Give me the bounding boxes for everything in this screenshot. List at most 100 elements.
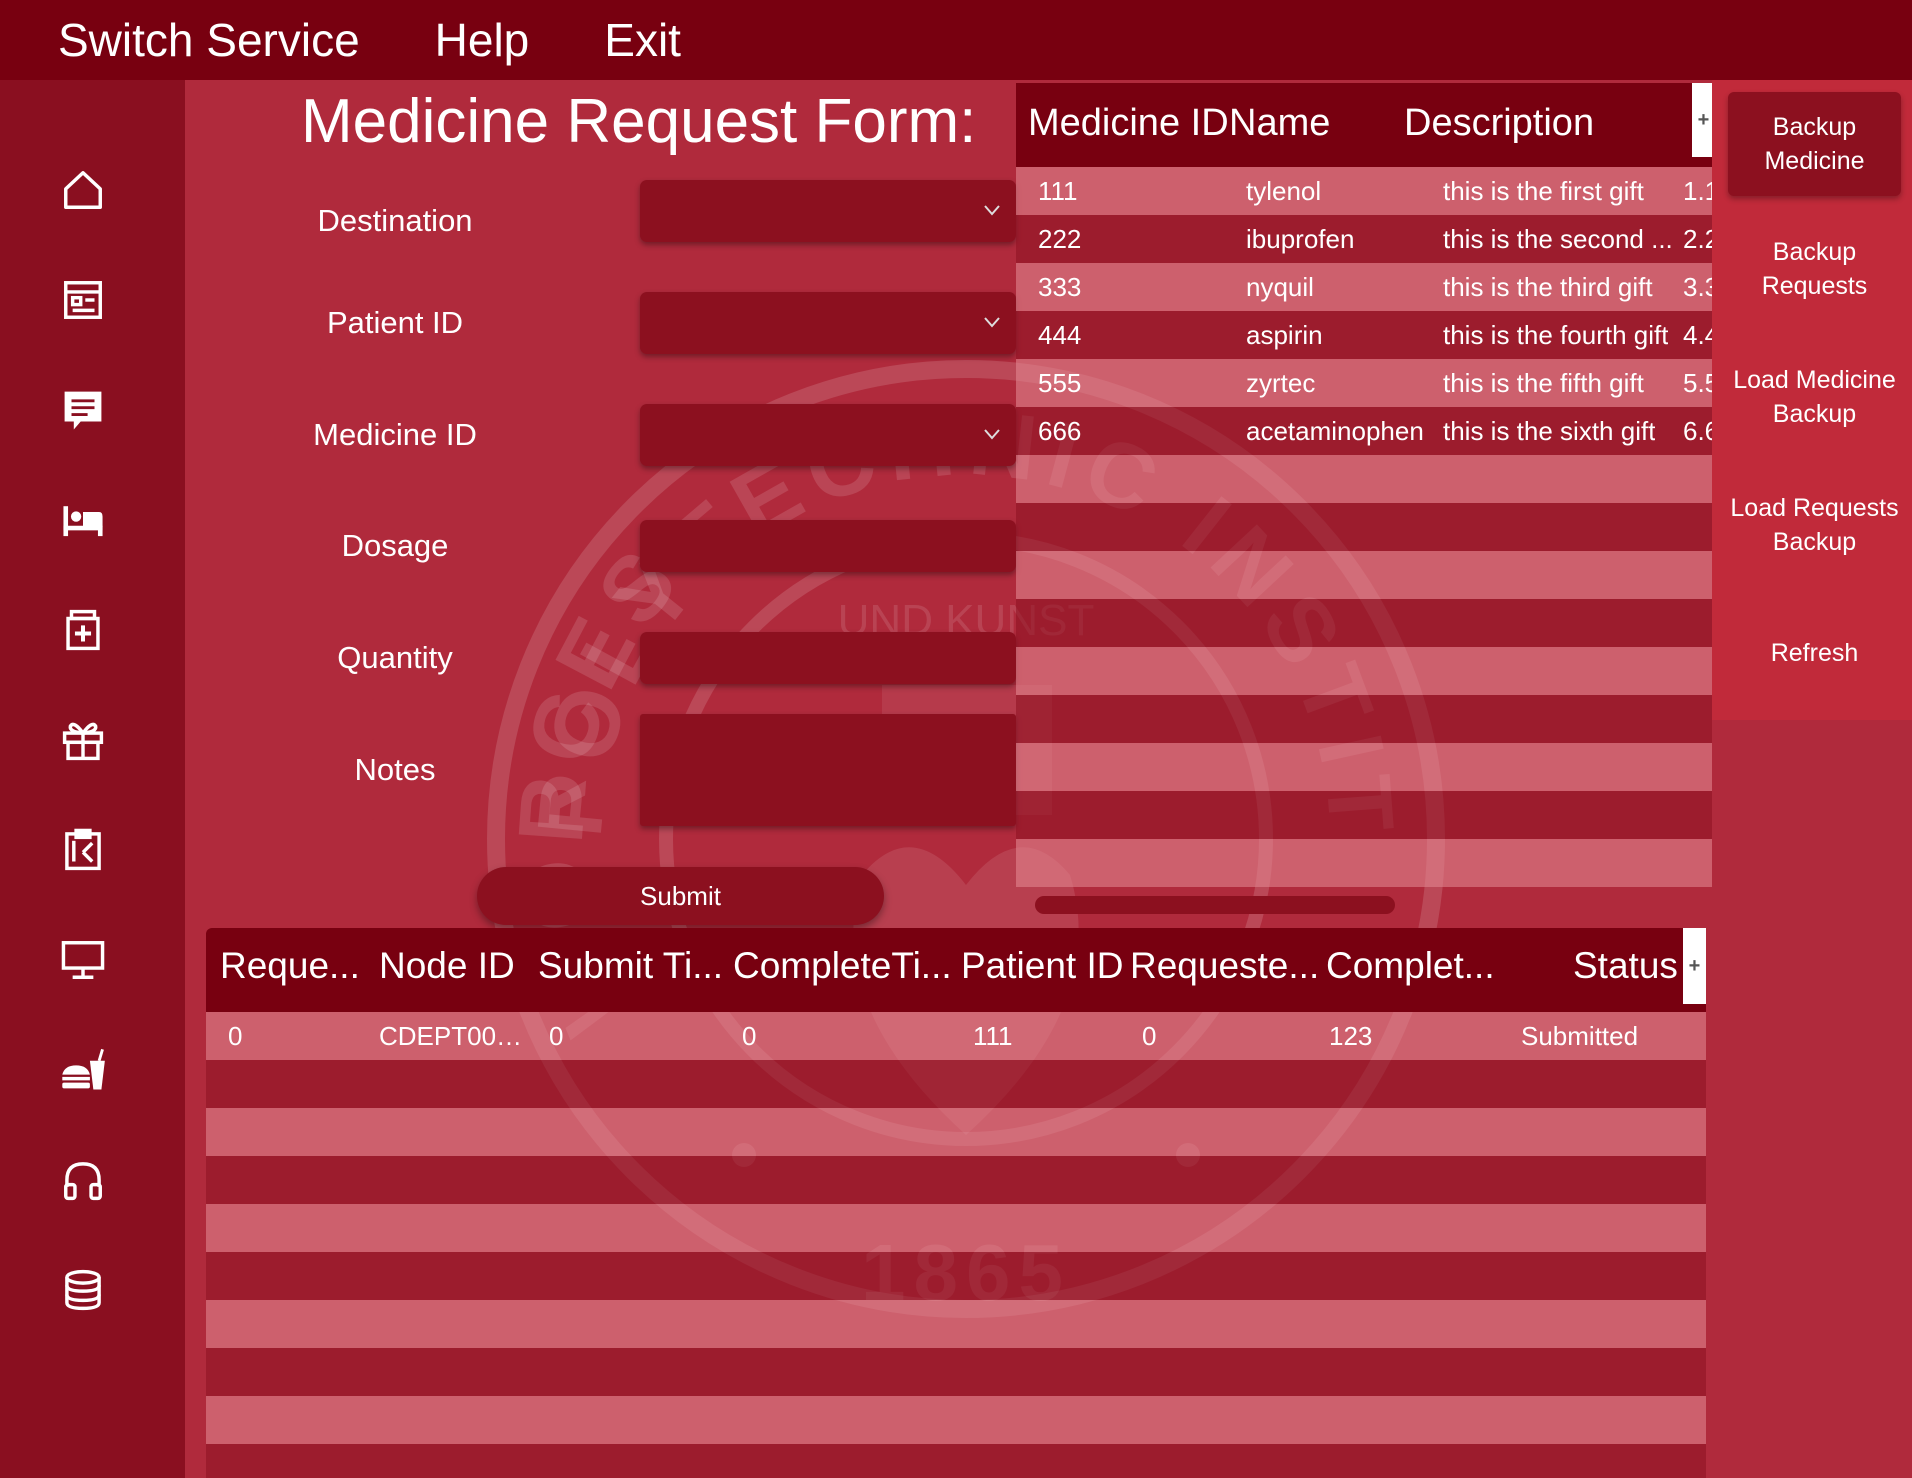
headset-icon[interactable] bbox=[55, 1152, 111, 1208]
name-cell: tylenol bbox=[1246, 176, 1322, 206]
completed-by-cell: 123 bbox=[1329, 1021, 1373, 1051]
main-panel: POLYTECHNIC INSTITUTE WORCESTER UND KUNS… bbox=[185, 80, 1712, 1478]
table-row[interactable]: 222 ibuprofen this is the second ... 2.2… bbox=[1016, 215, 1712, 263]
menu-switch-service[interactable]: Switch Service bbox=[0, 0, 380, 80]
empty-row bbox=[1016, 647, 1712, 695]
medicine-id-label: Medicine ID bbox=[313, 417, 477, 452]
menu-help[interactable]: Help bbox=[380, 0, 550, 80]
menu-exit[interactable]: Exit bbox=[549, 0, 701, 80]
refresh-button[interactable]: Refresh bbox=[1728, 636, 1901, 670]
column-header-name[interactable]: Name bbox=[1229, 83, 1330, 163]
load-requests-backup-button[interactable]: Load Requests Backup bbox=[1728, 491, 1901, 559]
description-cell: this is the fourth gift bbox=[1443, 320, 1669, 350]
table-row[interactable]: 444 aspirin this is the fourth gift 4.44 bbox=[1016, 311, 1712, 359]
price-cell: 4.44 bbox=[1683, 320, 1712, 350]
table-row[interactable]: 666 acetaminophen this is the sixth gift… bbox=[1016, 407, 1712, 455]
empty-row bbox=[206, 1252, 1706, 1300]
notes-textarea[interactable] bbox=[640, 714, 1016, 826]
medicine-id-cell: 666 bbox=[1038, 416, 1082, 446]
empty-row bbox=[206, 1444, 1706, 1478]
empty-row bbox=[206, 1108, 1706, 1156]
column-header-medicine-id[interactable]: Medicine ID bbox=[1028, 83, 1229, 163]
sidebar bbox=[0, 80, 185, 1478]
empty-row bbox=[206, 1060, 1706, 1108]
price-cell: 6.66 bbox=[1683, 416, 1712, 446]
table-row[interactable]: 555 zyrtec this is the fifth gift 5.55 bbox=[1016, 359, 1712, 407]
medicine-id-dropdown[interactable] bbox=[640, 404, 1016, 466]
destination-label: Destination bbox=[317, 203, 473, 238]
horizontal-scrollbar[interactable] bbox=[1035, 896, 1395, 914]
medicine-id-cell: 222 bbox=[1038, 224, 1082, 254]
column-header-submit-time[interactable]: Submit Ti... bbox=[538, 928, 723, 1004]
home-icon[interactable] bbox=[55, 162, 111, 218]
medicine-table: Medicine ID Name Description + 111 tylen… bbox=[1016, 83, 1712, 889]
status-cell: Submitted bbox=[1521, 1021, 1639, 1051]
form-title: Medicine Request Form: bbox=[301, 87, 977, 156]
menu-bar: Switch Service Help Exit bbox=[0, 0, 1912, 80]
monitor-icon[interactable] bbox=[55, 932, 111, 988]
empty-row bbox=[206, 1204, 1706, 1252]
medicine-id-cell: 444 bbox=[1038, 320, 1082, 350]
table-row[interactable]: 111 tylenol this is the first gift 1.11 bbox=[1016, 167, 1712, 215]
requests-table: Reque... Node ID Submit Ti... CompleteTi… bbox=[206, 928, 1706, 1478]
food-icon[interactable] bbox=[55, 1042, 111, 1098]
submit-time-cell: 0 bbox=[549, 1021, 564, 1051]
dosage-label: Dosage bbox=[341, 528, 449, 563]
column-header-node-id[interactable]: Node ID bbox=[379, 928, 515, 1004]
quantity-input[interactable] bbox=[640, 632, 1016, 684]
chevron-down-icon bbox=[984, 429, 1000, 440]
database-icon[interactable] bbox=[55, 1262, 111, 1318]
empty-row bbox=[1016, 839, 1712, 887]
node-id-cell: CDEPT002... bbox=[379, 1021, 524, 1051]
description-cell: this is the first gift bbox=[1443, 176, 1644, 206]
backup-requests-button[interactable]: Backup Requests bbox=[1728, 235, 1901, 303]
clipboard-icon[interactable] bbox=[55, 822, 111, 878]
empty-row bbox=[206, 1396, 1706, 1444]
name-cell: aspirin bbox=[1246, 320, 1323, 350]
table-row[interactable]: 0 CDEPT002... 0 0 111 0 123 Submitted bbox=[206, 1012, 1706, 1060]
name-cell: zyrtec bbox=[1246, 368, 1316, 398]
load-medicine-backup-button[interactable]: Load Medicine Backup bbox=[1728, 363, 1901, 431]
chat-board-icon[interactable] bbox=[55, 382, 111, 438]
complete-time-cell: 0 bbox=[742, 1021, 757, 1051]
medicine-id-cell: 555 bbox=[1038, 368, 1082, 398]
price-cell: 2.22 bbox=[1683, 224, 1712, 254]
chevron-down-icon bbox=[984, 205, 1000, 216]
price-cell: 3.33 bbox=[1683, 272, 1712, 302]
column-header-requested-by[interactable]: Requeste... bbox=[1130, 928, 1319, 1004]
medicine-table-header: Medicine ID Name Description + bbox=[1016, 83, 1712, 167]
empty-row bbox=[1016, 455, 1712, 503]
dashboard-icon[interactable] bbox=[55, 272, 111, 328]
dosage-input[interactable] bbox=[640, 520, 1016, 572]
name-cell: acetaminophen bbox=[1246, 416, 1424, 446]
request-id-cell: 0 bbox=[228, 1021, 243, 1051]
add-column-button[interactable]: + bbox=[1692, 83, 1712, 157]
submit-button[interactable]: Submit bbox=[477, 867, 884, 925]
backup-medicine-button[interactable]: Backup Medicine bbox=[1728, 92, 1901, 196]
empty-row bbox=[1016, 695, 1712, 743]
medicine-icon[interactable] bbox=[55, 602, 111, 658]
column-header-request-id[interactable]: Reque... bbox=[220, 928, 360, 1004]
empty-row bbox=[1016, 503, 1712, 551]
empty-row bbox=[1016, 551, 1712, 599]
description-cell: this is the fifth gift bbox=[1443, 368, 1644, 398]
column-header-completed-by[interactable]: Complet... bbox=[1326, 928, 1495, 1004]
notes-label: Notes bbox=[354, 752, 436, 787]
column-header-complete-time[interactable]: CompleteTi... bbox=[733, 928, 952, 1004]
empty-row bbox=[206, 1300, 1706, 1348]
bed-icon[interactable] bbox=[55, 492, 111, 548]
description-cell: this is the sixth gift bbox=[1443, 416, 1656, 446]
actions-panel: Backup Medicine Backup Requests Load Med… bbox=[1712, 80, 1912, 720]
column-header-status[interactable]: Status bbox=[1573, 928, 1678, 1004]
gift-icon[interactable] bbox=[55, 712, 111, 768]
column-header-patient-id[interactable]: Patient ID bbox=[961, 928, 1123, 1004]
column-header-description[interactable]: Description bbox=[1404, 83, 1594, 163]
destination-dropdown[interactable] bbox=[640, 180, 1016, 242]
patient-id-dropdown[interactable] bbox=[640, 292, 1016, 354]
empty-row bbox=[206, 1156, 1706, 1204]
empty-row bbox=[1016, 791, 1712, 839]
table-row[interactable]: 333 nyquil this is the third gift 3.33 bbox=[1016, 263, 1712, 311]
requests-table-header: Reque... Node ID Submit Ti... CompleteTi… bbox=[206, 928, 1706, 1012]
requested-by-cell: 0 bbox=[1142, 1021, 1157, 1051]
add-column-button[interactable]: + bbox=[1683, 928, 1706, 1004]
